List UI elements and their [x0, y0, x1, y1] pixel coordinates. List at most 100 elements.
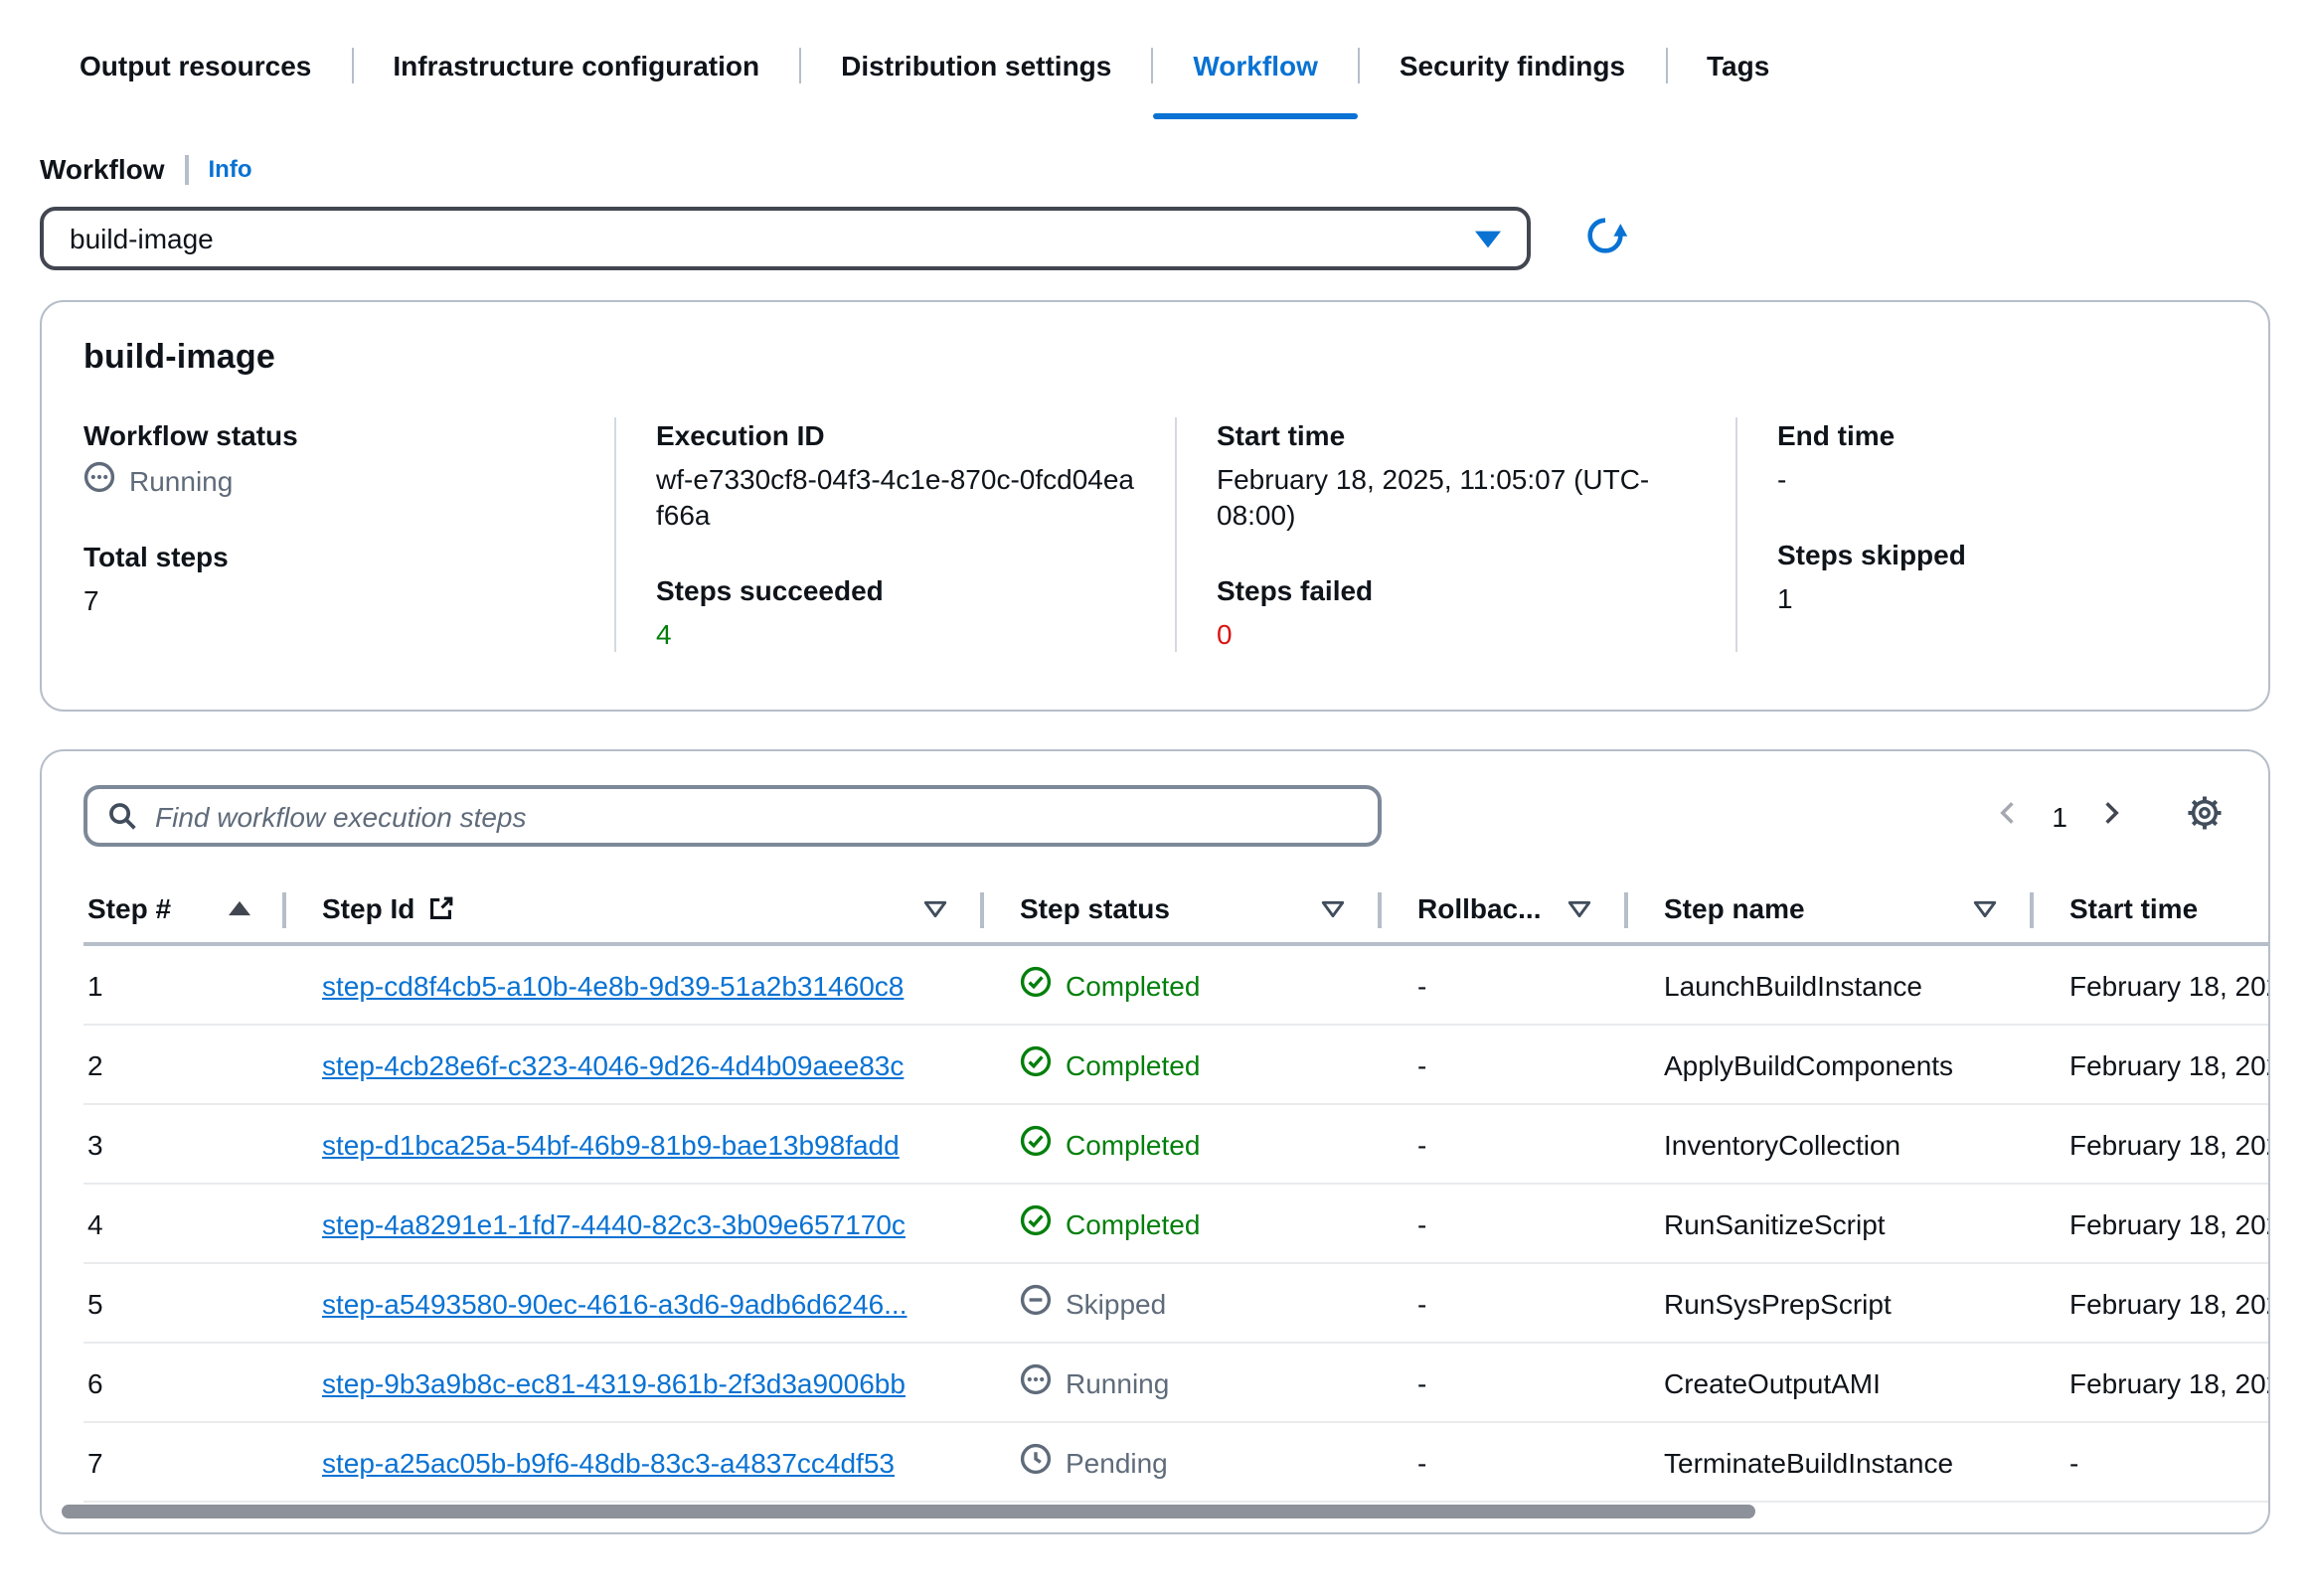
sort-ascending-icon[interactable]	[229, 900, 250, 916]
tab-workflow[interactable]: Workflow	[1153, 12, 1358, 119]
step-number-cell: 5	[83, 1287, 282, 1319]
start-time-cell: February 18, 2025	[2030, 1287, 2270, 1319]
column-header-step-id[interactable]: Step Id	[282, 875, 980, 942]
info-link[interactable]: Info	[209, 155, 252, 183]
tab-bar: Output resources Infrastructure configur…	[40, 0, 2310, 119]
column-filter-caret-icon[interactable]	[922, 899, 948, 917]
refresh-button[interactable]	[1582, 213, 1628, 264]
step-id-link[interactable]: step-9b3a9b8c-ec81-4319-861b-2f3d3a9006b…	[322, 1366, 906, 1398]
tab-label: Security findings	[1400, 50, 1625, 81]
field-value: 7	[83, 582, 578, 618]
table-row: 1 step-cd8f4cb5-a10b-4e8b-9d39-51a2b3146…	[83, 946, 2270, 1026]
start-time-cell: February 18, 2025	[2030, 1366, 2270, 1398]
rollback-status-cell: -	[1378, 1366, 1624, 1398]
step-id-link[interactable]: step-4a8291e1-1fd7-4440-82c3-3b09e657170…	[322, 1207, 906, 1239]
step-status-cell: Running	[1020, 1363, 1378, 1401]
column-filter-caret-icon[interactable]	[1320, 899, 1346, 917]
chevron-left-icon	[1994, 799, 2022, 833]
field-value: 0	[1217, 616, 1700, 652]
start-time-cell: February 18, 2025	[2030, 1207, 2270, 1239]
start-time-cell: -	[2030, 1446, 2270, 1478]
caret-down-icon	[1475, 230, 1501, 247]
table-toolbar: 1	[42, 785, 2268, 847]
tab-label: Infrastructure configuration	[393, 50, 759, 81]
field-label: End time	[1777, 417, 2232, 453]
tab-infrastructure-configuration[interactable]: Infrastructure configuration	[353, 12, 799, 119]
summary-column-3: Start time February 18, 2025, 11:05:07 (…	[1175, 417, 1735, 652]
status-text: Completed	[1066, 1128, 1200, 1160]
table-row: 4 step-4a8291e1-1fd7-4440-82c3-3b09e6571…	[83, 1185, 2270, 1264]
table-row: 7 step-a25ac05b-b9f6-48db-83c3-a4837cc4d…	[83, 1423, 2270, 1503]
start-time-cell: February 18, 2025	[2030, 1128, 2270, 1160]
column-header-step-number[interactable]: Step #	[83, 875, 282, 942]
pagination-prev-button[interactable]	[1990, 795, 2026, 837]
column-header-label-group: Step Id	[322, 892, 454, 924]
field-value: 4	[656, 616, 1139, 652]
column-header-start-time[interactable]: Start time	[2030, 875, 2270, 942]
step-name-cell: RunSysPrepScript	[1624, 1287, 2030, 1319]
workflow-select[interactable]: build-image	[40, 207, 1531, 270]
pagination-page-number[interactable]: 1	[2048, 800, 2071, 832]
status-text: Completed	[1066, 1048, 1200, 1080]
column-header-label: Step #	[87, 892, 171, 924]
column-header-step-status[interactable]: Step status	[980, 875, 1378, 942]
column-header-step-name[interactable]: Step name	[1624, 875, 2030, 942]
step-id-link[interactable]: step-a5493580-90ec-4616-a3d6-9adb6d6246.…	[322, 1287, 908, 1319]
search-input-wrapper	[83, 785, 1382, 847]
column-header-label: Rollbac...	[1417, 892, 1541, 924]
pagination: 1	[1990, 791, 2227, 841]
field-steps-failed: Steps failed 0	[1217, 572, 1700, 652]
column-header-label: Step status	[1020, 892, 1170, 924]
step-name-cell: RunSanitizeScript	[1624, 1207, 2030, 1239]
column-header-rollback-status[interactable]: Rollbac...	[1378, 875, 1624, 942]
status-text: Skipped	[1066, 1287, 1166, 1319]
search-icon	[107, 801, 137, 831]
step-name-cell: InventoryCollection	[1624, 1128, 2030, 1160]
tab-distribution-settings[interactable]: Distribution settings	[801, 12, 1151, 119]
workflow-select-header: Workflow Info	[40, 151, 2270, 187]
step-status-cell: Completed	[1020, 1204, 1378, 1242]
tab-label: Tags	[1707, 50, 1769, 81]
step-name-cell: CreateOutputAMI	[1624, 1366, 2030, 1398]
table-row: 3 step-d1bca25a-54bf-46b9-81b9-bae13b98f…	[83, 1105, 2270, 1185]
column-filter-caret-icon[interactable]	[1567, 899, 1592, 917]
pagination-next-button[interactable]	[2093, 795, 2129, 837]
column-header-label: Step Id	[322, 892, 414, 924]
start-time-cell: February 18, 2025	[2030, 1048, 2270, 1080]
step-number-cell: 7	[83, 1446, 282, 1478]
table-settings-button[interactable]	[2183, 791, 2227, 841]
label-divider	[185, 154, 189, 184]
workflow-select-label: Workflow	[40, 153, 165, 185]
step-id-link[interactable]: step-cd8f4cb5-a10b-4e8b-9d39-51a2b31460c…	[322, 969, 904, 1001]
field-total-steps: Total steps 7	[83, 539, 578, 618]
tab-label: Output resources	[80, 50, 311, 81]
field-workflow-status: Workflow status Running	[83, 417, 578, 499]
step-id-link[interactable]: step-d1bca25a-54bf-46b9-81b9-bae13b98fad…	[322, 1128, 900, 1160]
tab-output-resources[interactable]: Output resources	[40, 12, 351, 119]
step-name-cell: TerminateBuildInstance	[1624, 1446, 2030, 1478]
step-status-cell: Completed	[1020, 966, 1378, 1004]
tab-tags[interactable]: Tags	[1667, 12, 1809, 119]
field-steps-succeeded: Steps succeeded 4	[656, 572, 1139, 652]
summary-title: build-image	[42, 338, 2268, 378]
chevron-right-icon	[2097, 799, 2125, 833]
step-id-link[interactable]: step-a25ac05b-b9f6-48db-83c3-a4837cc4df5…	[322, 1446, 895, 1478]
tab-security-findings[interactable]: Security findings	[1360, 12, 1665, 119]
column-filter-caret-icon[interactable]	[1972, 899, 1998, 917]
rollback-status-cell: -	[1378, 969, 1624, 1001]
gear-icon	[2187, 795, 2223, 837]
field-value: February 18, 2025, 11:05:07 (UTC-08:00)	[1217, 461, 1700, 533]
search-input[interactable]	[155, 800, 1358, 832]
field-label: Start time	[1217, 417, 1700, 453]
status-pending-icon	[1020, 1443, 1052, 1481]
step-id-link[interactable]: step-4cb28e6f-c323-4046-9d26-4d4b09aee83…	[322, 1048, 904, 1080]
tab-label: Workflow	[1193, 50, 1318, 81]
horizontal-scrollbar[interactable]	[62, 1505, 1755, 1518]
summary-column-2: Execution ID wf-e7330cf8-04f3-4c1e-870c-…	[614, 417, 1175, 652]
step-status-cell: Completed	[1020, 1125, 1378, 1163]
rollback-status-cell: -	[1378, 1048, 1624, 1080]
workflow-select-value: build-image	[70, 223, 214, 254]
refresh-icon	[1582, 213, 1628, 264]
table-row: 5 step-a5493580-90ec-4616-a3d6-9adb6d624…	[83, 1264, 2270, 1344]
status-text: Completed	[1066, 969, 1200, 1001]
